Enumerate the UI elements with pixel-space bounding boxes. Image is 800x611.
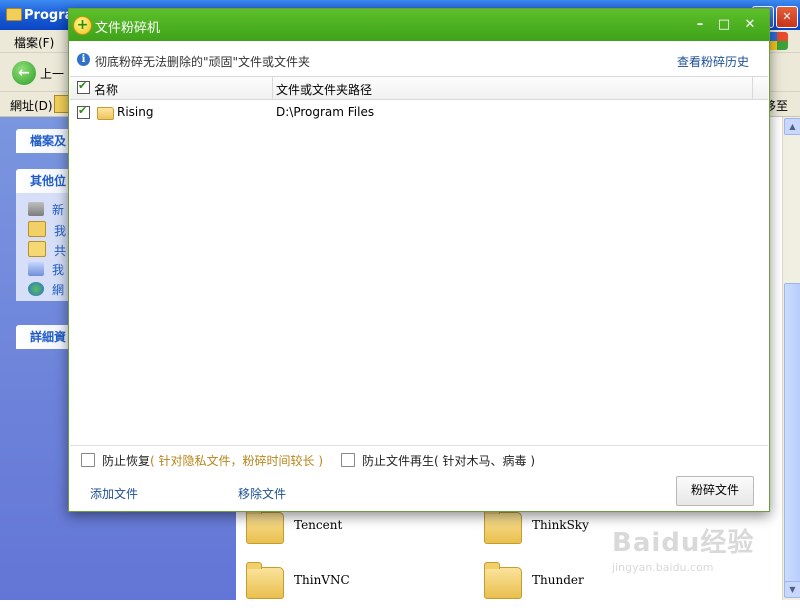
folder-icon — [484, 507, 522, 544]
column-divider — [272, 77, 273, 99]
documents-icon — [28, 221, 46, 237]
history-link[interactable]: 查看粉碎历史 — [677, 53, 749, 70]
maximize-icon[interactable]: □ — [715, 16, 733, 34]
prevent-recovery-label[interactable]: 防止恢复( 针对隐私文件，粉碎时间较长 ) — [102, 452, 323, 469]
prevent-regen-label[interactable]: 防止文件再生( 针对木马、病毒 ) — [362, 452, 535, 469]
folder-icon — [246, 562, 284, 599]
prevent-recovery-note: ( 针对隐私文件，粉碎时间较长 ) — [150, 454, 324, 468]
info-icon: i — [77, 53, 90, 66]
file-row[interactable]: Rising D:\Program Files — [70, 101, 768, 125]
scroll-up-icon[interactable]: ▲ — [784, 118, 800, 135]
place-link[interactable]: 我 — [28, 261, 64, 279]
info-bar: i 彻底粉碎无法删除的"顽固"文件或文件夹 查看粉碎历史 — [69, 41, 769, 75]
back-arrow-icon[interactable]: ← — [12, 61, 36, 85]
file-path: D:\Program Files — [276, 105, 375, 119]
minimize-icon[interactable]: – — [691, 16, 709, 34]
place-link[interactable]: 共 — [28, 241, 66, 259]
folder-icon — [246, 507, 284, 544]
scroll-thumb[interactable] — [784, 283, 800, 585]
column-divider — [752, 77, 753, 99]
place-link[interactable]: 我 — [28, 221, 66, 239]
row-checkbox[interactable] — [77, 104, 90, 119]
info-text: 彻底粉碎无法删除的"顽固"文件或文件夹 — [95, 55, 311, 69]
close-icon[interactable]: ✕ — [741, 16, 759, 34]
column-name[interactable]: 名称 — [94, 81, 118, 98]
shredder-logo-icon: + — [73, 16, 92, 35]
column-path[interactable]: 文件或文件夹路径 — [276, 81, 372, 98]
dialog-title: 文件粉碎机 — [95, 21, 161, 36]
file-shredder-dialog: + 文件粉碎机 – □ ✕ i 彻底粉碎无法删除的"顽固"文件或文件夹 查看粉碎… — [68, 8, 770, 512]
folder-item[interactable]: ThinVNC — [236, 562, 436, 611]
baidu-watermark: Baidu经验 jingyan.baidu.com — [612, 528, 755, 574]
file-name: Rising — [117, 105, 154, 119]
file-list-header: 名称 文件或文件夹路径 — [70, 76, 768, 100]
options-bar: 防止恢复( 针对隐私文件，粉碎时间较长 ) 防止文件再生( 针对木马、病毒 ) — [70, 445, 768, 474]
place-link[interactable]: 網 — [28, 281, 64, 299]
folder-icon — [6, 8, 22, 21]
computer-icon — [28, 262, 44, 276]
add-file-link[interactable]: 添加文件 — [90, 485, 138, 502]
prevent-regen-note: ( 针对木马、病毒 ) — [434, 454, 536, 468]
vertical-scrollbar[interactable]: ▲ ▼ — [782, 117, 800, 600]
dialog-footer: 添加文件 移除文件 粉碎文件 — [69, 474, 769, 511]
place-link[interactable]: 新 — [28, 201, 64, 219]
prevent-regen-checkbox[interactable] — [341, 453, 355, 467]
select-all-checkbox[interactable] — [77, 79, 90, 94]
network-icon — [28, 282, 44, 296]
scroll-down-icon[interactable]: ▼ — [784, 581, 800, 598]
remove-file-link[interactable]: 移除文件 — [238, 485, 286, 502]
drive-icon — [28, 202, 44, 216]
folder-icon — [97, 107, 114, 120]
folder-item[interactable]: Tencent — [236, 507, 436, 556]
address-label: 網址(D) — [10, 99, 53, 113]
shred-button[interactable]: 粉碎文件 — [676, 476, 754, 506]
folder-icon — [484, 562, 522, 599]
menu-file[interactable]: 檔案(F) — [14, 34, 54, 51]
close-button[interactable]: ✕ — [776, 6, 798, 28]
shared-folder-icon — [28, 241, 46, 257]
back-button-label[interactable]: 上一 — [40, 65, 64, 82]
dialog-titlebar: + 文件粉碎机 – □ ✕ — [69, 9, 769, 41]
prevent-recovery-checkbox[interactable] — [81, 453, 95, 467]
